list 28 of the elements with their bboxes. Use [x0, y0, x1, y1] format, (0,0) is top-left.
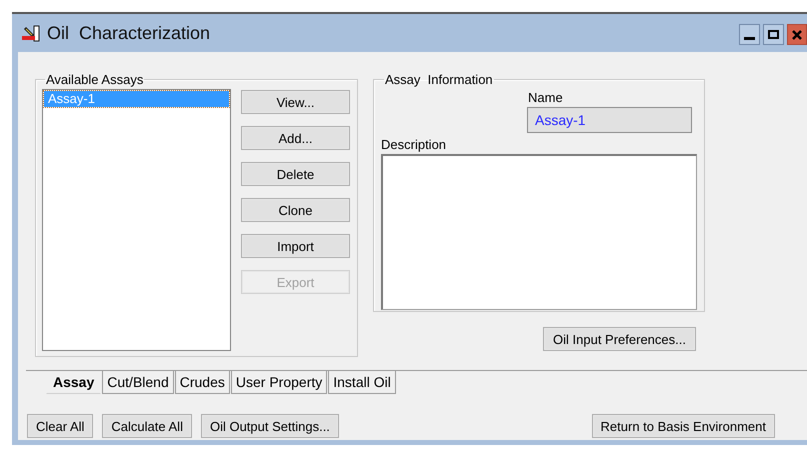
- assay-button[interactable]: Clone: [241, 198, 350, 222]
- maximize-icon: [768, 30, 779, 39]
- assay-button[interactable]: Add...: [241, 126, 350, 150]
- group-label: Assay Information: [384, 72, 494, 87]
- action-button[interactable]: Clear All: [27, 414, 94, 438]
- assay-button[interactable]: View...: [241, 90, 350, 114]
- action-button[interactable]: Calculate All: [102, 414, 192, 438]
- minimize-button[interactable]: [739, 24, 760, 45]
- description-field[interactable]: [381, 154, 697, 310]
- tab[interactable]: Install Oil: [328, 371, 396, 394]
- return-button[interactable]: Return to Basis Environment: [592, 414, 775, 438]
- tab[interactable]: Crudes: [174, 371, 230, 394]
- action-button[interactable]: Oil Output Settings...: [200, 414, 339, 438]
- app-icon: [22, 24, 40, 42]
- minimize-icon: [744, 36, 755, 40]
- maximize-button[interactable]: [763, 24, 784, 45]
- tab[interactable]: User Property: [230, 371, 328, 394]
- close-icon: [792, 30, 802, 40]
- description-label: Description: [381, 137, 448, 152]
- preferences-button[interactable]: Oil Input Preferences...: [543, 327, 696, 351]
- assay-button[interactable]: Delete: [241, 162, 350, 186]
- close-button[interactable]: [787, 24, 807, 45]
- name-label: Name: [528, 90, 564, 105]
- assay-button[interactable]: Import: [241, 234, 350, 258]
- name-field[interactable]: Assay-1: [527, 107, 692, 133]
- window-title: Oil Characterization: [47, 22, 210, 44]
- group-label: Available Assays: [45, 72, 144, 87]
- tab[interactable]: Cut/Blend: [102, 371, 174, 394]
